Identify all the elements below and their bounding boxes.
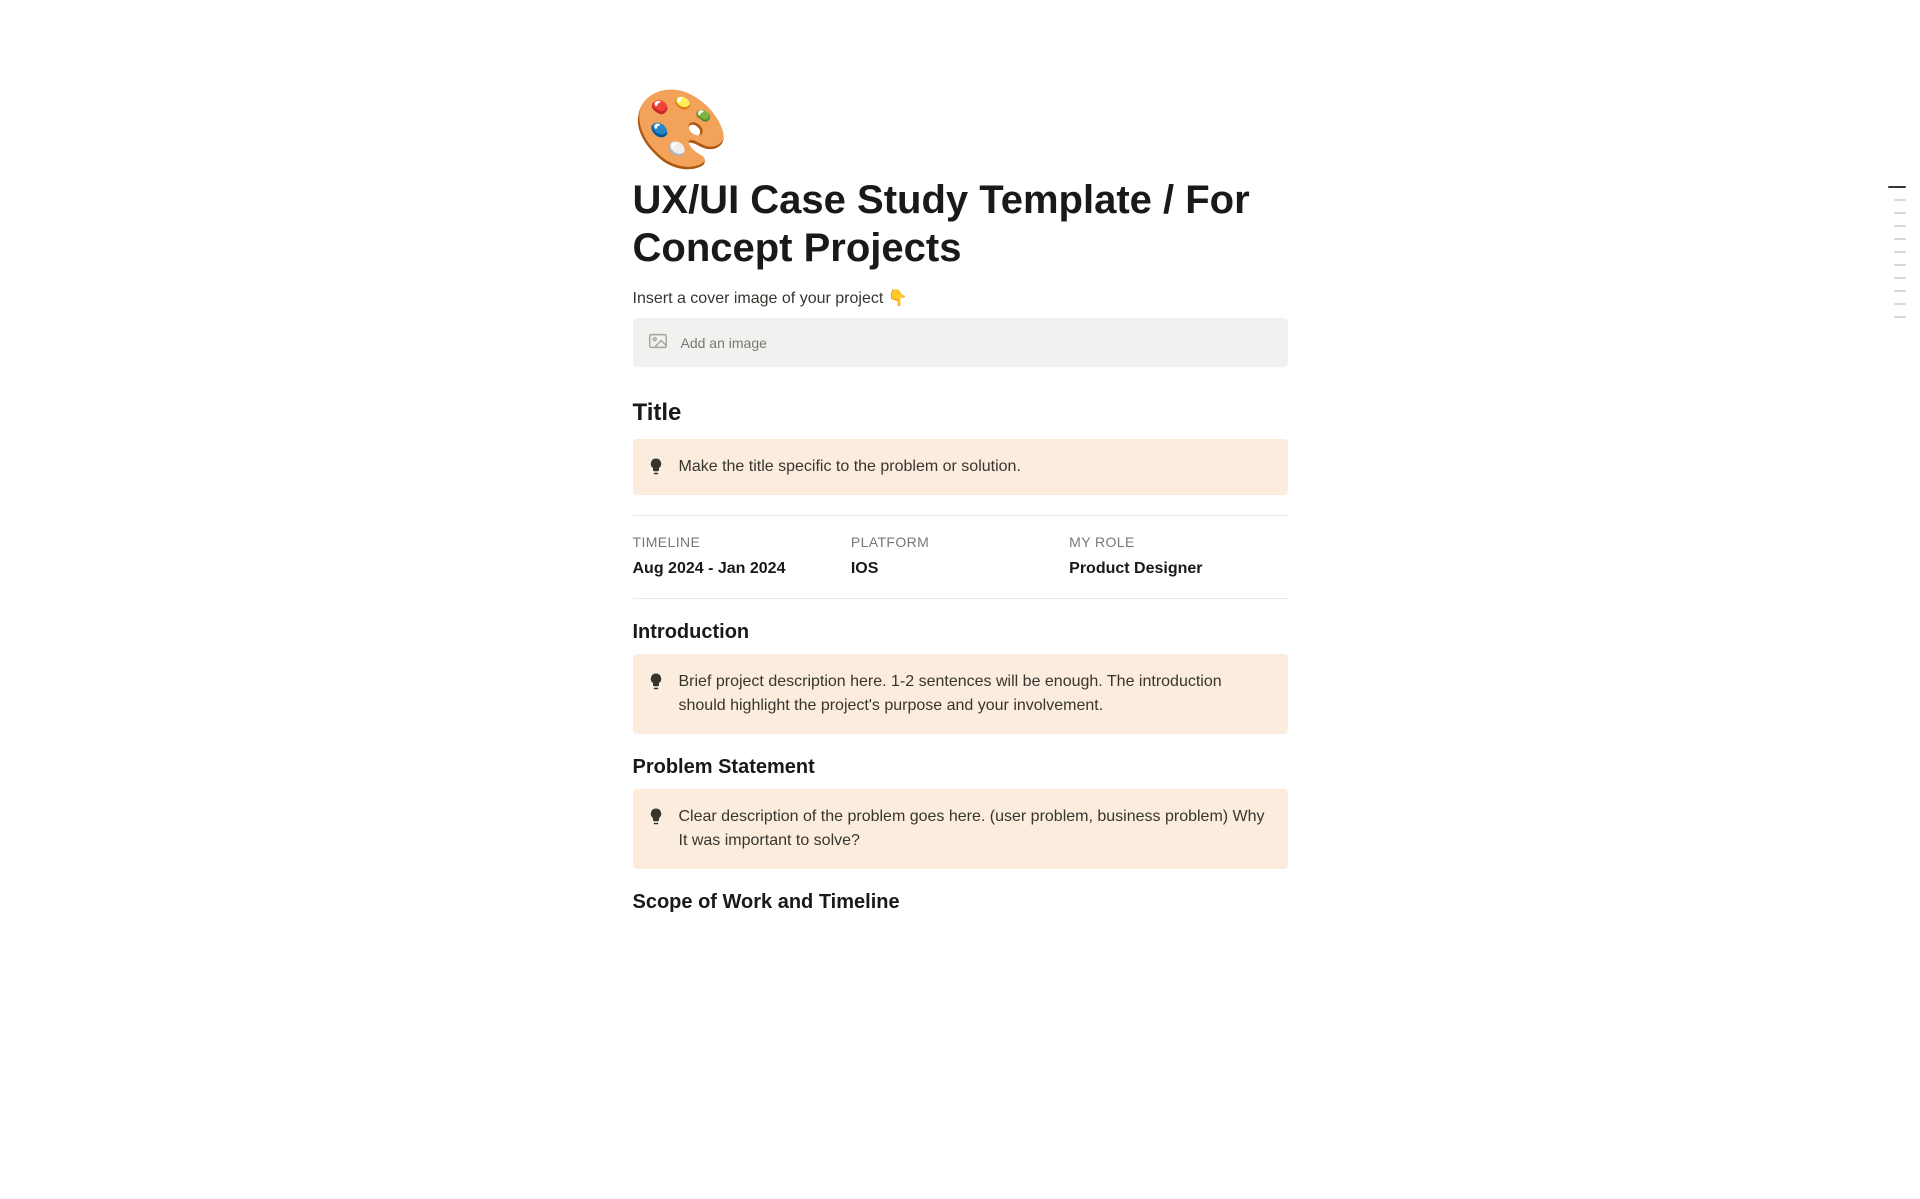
platform-label: PLATFORM [851,534,1069,550]
problem-callout-text: Clear description of the problem goes he… [679,805,1272,853]
lightbulb-icon [647,807,665,825]
lightbulb-icon [647,672,665,690]
divider [633,598,1288,599]
page-minimap[interactable] [1888,186,1906,318]
meta-platform[interactable]: PLATFORM IOS [851,534,1069,578]
lightbulb-icon [647,457,665,475]
minimap-tick[interactable] [1894,251,1906,253]
meta-row: TIMELINE Aug 2024 - Jan 2024 PLATFORM IO… [633,534,1288,578]
minimap-tick[interactable] [1894,212,1906,214]
divider [633,515,1288,516]
cover-instruction-text[interactable]: Insert a cover image of your project 👇 [633,288,1288,308]
title-heading[interactable]: Title [633,399,1288,427]
role-value: Product Designer [1069,560,1287,578]
meta-timeline[interactable]: TIMELINE Aug 2024 - Jan 2024 [633,534,851,578]
introduction-callout[interactable]: Brief project description here. 1-2 sent… [633,654,1288,734]
introduction-heading[interactable]: Introduction [633,621,1288,644]
minimap-tick[interactable] [1888,186,1906,188]
minimap-tick[interactable] [1894,277,1906,279]
minimap-tick[interactable] [1894,225,1906,227]
add-image-block[interactable]: Add an image [633,318,1288,367]
problem-callout[interactable]: Clear description of the problem goes he… [633,789,1288,869]
timeline-label: TIMELINE [633,534,851,550]
page-icon[interactable]: 🎨 [633,90,1288,168]
scope-heading[interactable]: Scope of Work and Timeline [633,891,1288,914]
title-callout-text: Make the title specific to the problem o… [679,455,1021,479]
minimap-tick[interactable] [1894,199,1906,201]
minimap-tick[interactable] [1894,290,1906,292]
title-callout[interactable]: Make the title specific to the problem o… [633,439,1288,495]
minimap-tick[interactable] [1894,238,1906,240]
timeline-value: Aug 2024 - Jan 2024 [633,560,851,578]
image-icon [647,330,669,355]
document-page: 🎨 UX/UI Case Study Template / For Concep… [633,0,1288,914]
platform-value: IOS [851,560,1069,578]
minimap-tick[interactable] [1894,264,1906,266]
minimap-tick[interactable] [1894,316,1906,318]
page-title[interactable]: UX/UI Case Study Template / For Concept … [633,176,1288,272]
problem-heading[interactable]: Problem Statement [633,756,1288,779]
meta-role[interactable]: MY ROLE Product Designer [1069,534,1287,578]
minimap-tick[interactable] [1894,303,1906,305]
introduction-callout-text: Brief project description here. 1-2 sent… [679,670,1272,718]
role-label: MY ROLE [1069,534,1287,550]
add-image-label: Add an image [681,335,767,351]
